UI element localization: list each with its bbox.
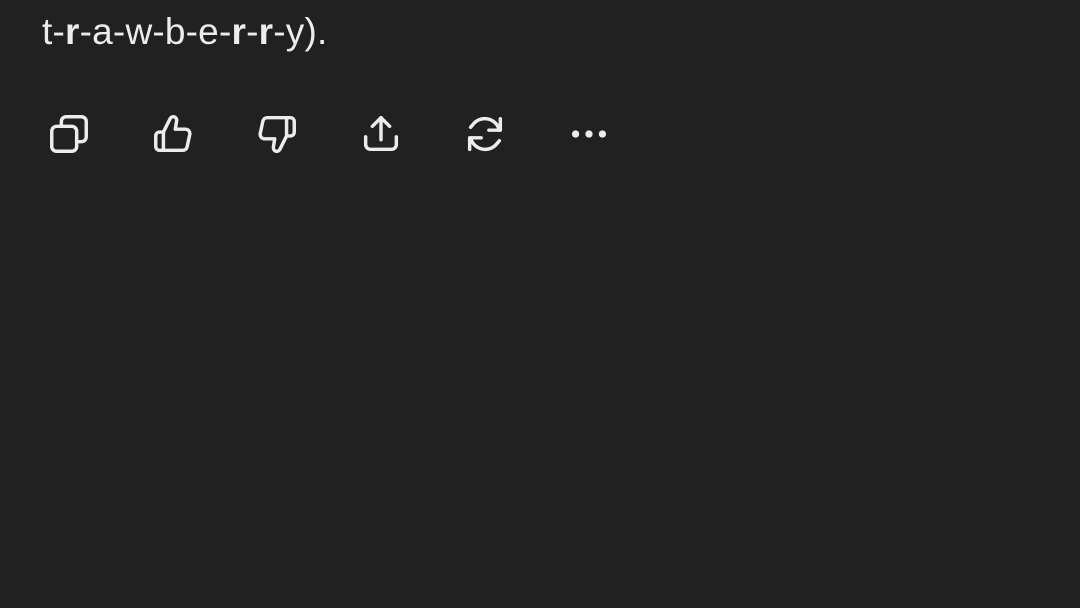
copy-button[interactable] (42, 107, 96, 161)
message-segment: t- (42, 11, 66, 52)
message-action-bar (42, 106, 616, 162)
refresh-icon (467, 116, 503, 152)
thumbs-up-icon (154, 115, 192, 153)
share-icon (363, 115, 399, 152)
more-options-button[interactable] (562, 107, 616, 161)
thumbs-up-button[interactable] (146, 107, 200, 161)
message-segment-bold: r (65, 11, 80, 52)
copy-icon (50, 115, 88, 153)
thumbs-down-button[interactable] (250, 107, 304, 161)
message-segment: -y). (273, 11, 328, 52)
message-segment-bold: r (258, 11, 274, 52)
message-segment: -a-w-b-e- (79, 11, 232, 52)
thumbs-down-icon (258, 115, 296, 153)
regenerate-button[interactable] (458, 107, 512, 161)
assistant-message-text: t-r-a-w-b-e-r-r-y). (42, 0, 327, 66)
share-button[interactable] (354, 107, 408, 161)
more-horizontal-icon (571, 130, 607, 138)
message-segment-bold: r (231, 11, 247, 52)
chat-screen: t-r-a-w-b-e-r-r-y). (0, 0, 1080, 608)
message-segment: - (246, 11, 259, 52)
